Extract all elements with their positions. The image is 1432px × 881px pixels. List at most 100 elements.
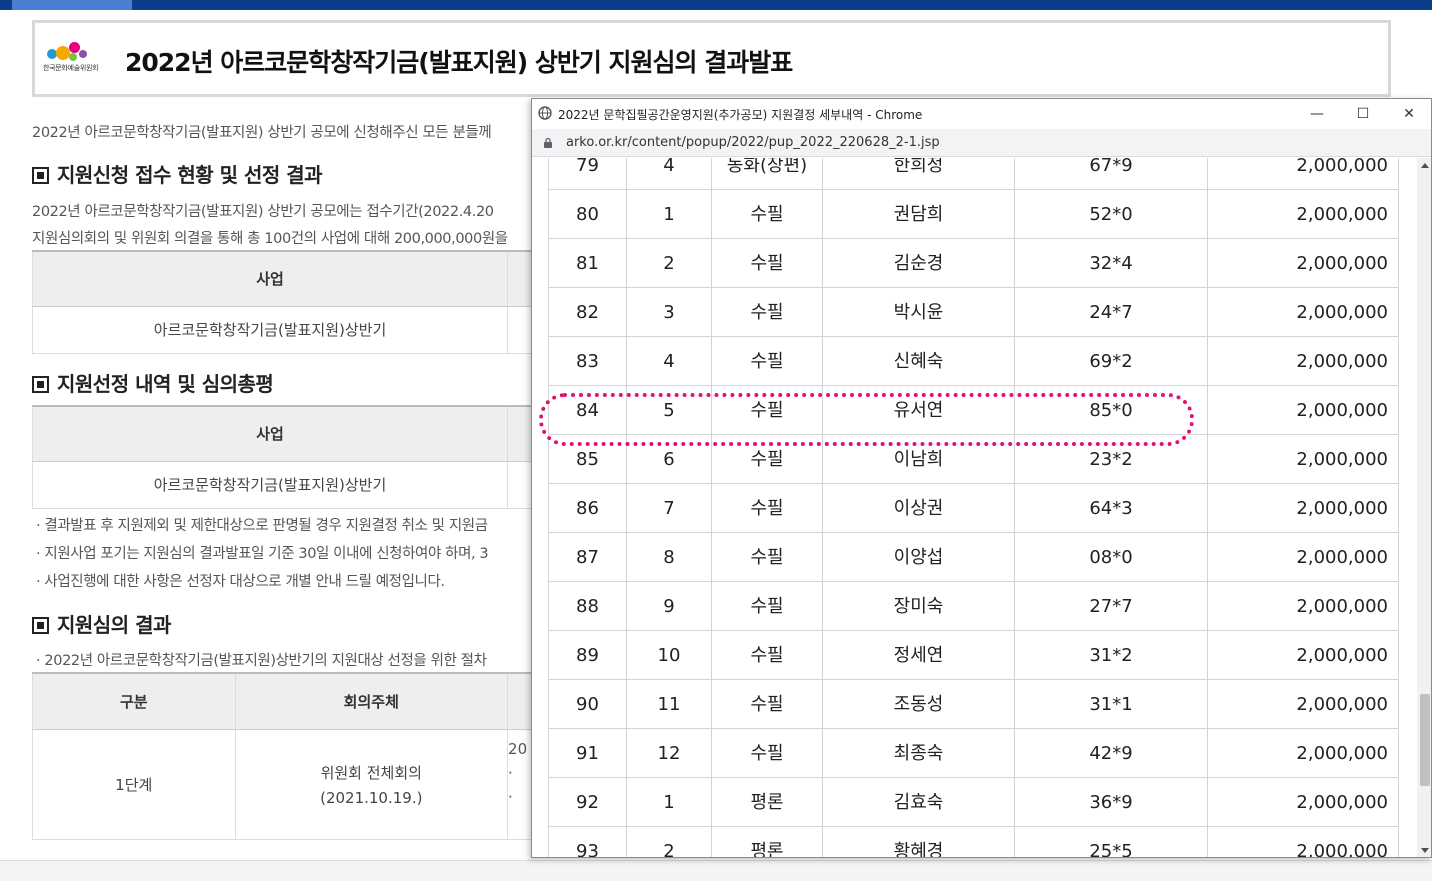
cell-number: 92 (548, 778, 626, 827)
page-bottom-strip (0, 860, 1432, 881)
intro-text: 2022년 아르코문학창작기금(발표지원) 상반기 공모에 신청해주신 모든 분… (32, 125, 492, 141)
header-tab-highlight (12, 0, 132, 10)
cell-birth-id: 85*0 (1014, 386, 1207, 435)
cell-birth-id: 27*7 (1014, 582, 1207, 631)
vertical-scrollbar[interactable] (1417, 158, 1431, 857)
url-text[interactable]: arko.or.kr/content/popup/2022/pup_2022_2… (566, 135, 940, 150)
cell-birth-id: 67*9 (1014, 158, 1207, 190)
cell-genre: 수필 (711, 484, 822, 533)
cell-sub-number: 2 (626, 827, 711, 857)
lock-icon (544, 137, 552, 148)
cell-sub-number: 8 (626, 533, 711, 582)
table-row: 88 9 수필 장미숙 27*7 2,000,000 (548, 582, 1399, 631)
square-bullet-icon (32, 376, 49, 393)
cell-genre: 수필 (711, 680, 822, 729)
table-row: 85 6 수필 이남희 23*2 2,000,000 (548, 435, 1399, 484)
cell-name: 이양섭 (822, 533, 1014, 582)
square-bullet-icon (32, 167, 49, 184)
table-cell-business-link[interactable]: 아르코문학창작기금(발표지원)상반기 (31, 461, 508, 509)
table-row: 82 3 수필 박시윤 24*7 2,000,000 (548, 288, 1399, 337)
application-status-table: 사업 아르코문학창작기금(발표지원)상반기 (31, 250, 552, 354)
page-title: 2022년 아르코문학창작기금(발표지원) 상반기 지원심의 결과발표 (125, 48, 793, 77)
cell-number: 93 (548, 827, 626, 857)
notice-bullet-3: · 사업진행에 대한 사항은 선정자 대상으로 개별 안내 드릴 예정입니다. (36, 574, 445, 590)
cell-number: 86 (548, 484, 626, 533)
cell-number: 80 (548, 190, 626, 239)
cell-number: 90 (548, 680, 626, 729)
cell-birth-id: 69*2 (1014, 337, 1207, 386)
cell-sub-number: 6 (626, 435, 711, 484)
scroll-up-arrow-icon[interactable] (1421, 163, 1429, 168)
cell-number: 85 (548, 435, 626, 484)
scroll-down-arrow-icon[interactable] (1421, 848, 1429, 853)
cell-birth-id: 31*1 (1014, 680, 1207, 729)
cell-birth-id: 23*2 (1014, 435, 1207, 484)
scrollbar-thumb[interactable] (1420, 694, 1430, 786)
section-heading-review-result: 지원심의 결과 (32, 609, 171, 638)
table-cell-committee: 위원회 전체회의 (2021.10.19.) (234, 729, 508, 840)
cell-birth-id: 36*9 (1014, 778, 1207, 827)
table-header-committee: 회의주체 (234, 672, 509, 730)
arko-logo: 한국문화예술위원회 (43, 41, 109, 81)
cell-number: 82 (548, 288, 626, 337)
address-bar[interactable]: arko.or.kr/content/popup/2022/pup_2022_2… (532, 129, 1431, 157)
section1-text-2: 지원심의회의 및 위원회 의결을 통해 총 100건의 사업에 대해 200,0… (32, 231, 508, 247)
site-header-bar (0, 0, 1432, 10)
cell-name: 조동성 (822, 680, 1014, 729)
review-result-table: 구분 회의주체 1단계 위원회 전체회의 (2021.10.19.) 20 · · (32, 672, 552, 840)
cell-amount: 2,000,000 (1207, 190, 1399, 239)
section-heading-selection-details: 지원선정 내역 및 심의총평 (32, 368, 274, 397)
cell-name: 한희정 (822, 158, 1014, 190)
cell-name: 이상권 (822, 484, 1014, 533)
cell-genre: 수필 (711, 386, 822, 435)
cell-sub-number: 11 (626, 680, 711, 729)
cell-genre: 수필 (711, 239, 822, 288)
logo-dots-icon (43, 41, 109, 63)
cell-genre: 수필 (711, 288, 822, 337)
cell-birth-id: 31*2 (1014, 631, 1207, 680)
table-row: 79 4 동화(장편) 한희정 67*9 2,000,000 (548, 158, 1399, 190)
cell-name: 권담희 (822, 190, 1014, 239)
cell-genre: 수필 (711, 337, 822, 386)
table-row: 92 1 평론 김효숙 36*9 2,000,000 (548, 778, 1399, 827)
table-header-business: 사업 (31, 250, 509, 307)
table-row: 89 10 수필 정세연 31*2 2,000,000 (548, 631, 1399, 680)
selection-details-table: 사업 아르코문학창작기금(발표지원)상반기 (31, 405, 552, 509)
cell-sub-number: 1 (626, 778, 711, 827)
table-header-category: 구분 (32, 672, 236, 730)
cell-number: 89 (548, 631, 626, 680)
cell-birth-id: 52*0 (1014, 190, 1207, 239)
popup-titlebar[interactable]: 2022년 문학집필공간운영지원(추가공모) 지원결정 세부내역 - Chrom… (532, 99, 1431, 129)
cell-genre: 동화(장편) (711, 158, 822, 190)
cell-birth-id: 32*4 (1014, 239, 1207, 288)
maximize-button[interactable]: ☐ (1340, 99, 1386, 129)
close-button[interactable]: ✕ (1386, 99, 1431, 129)
notice-bullet-1: · 결과발표 후 지원제외 및 제한대상으로 판명될 경우 지원결정 취소 및 … (36, 518, 488, 534)
cell-sub-number: 3 (626, 288, 711, 337)
cell-birth-id: 08*0 (1014, 533, 1207, 582)
minimize-button[interactable]: — (1294, 99, 1340, 129)
section-heading-application-status: 지원신청 접수 현황 및 선정 결과 (32, 159, 323, 188)
review-procedure-bullet: · 2022년 아르코문학창작기금(발표지원)상반기의 지원대상 선정을 위한 … (36, 653, 487, 669)
cell-birth-id: 25*5 (1014, 827, 1207, 857)
table-row: 84 5 수필 유서연 85*0 2,000,000 (548, 386, 1399, 435)
cell-name: 이남희 (822, 435, 1014, 484)
cell-number: 84 (548, 386, 626, 435)
cell-birth-id: 42*9 (1014, 729, 1207, 778)
table-row: 87 8 수필 이양섭 08*0 2,000,000 (548, 533, 1399, 582)
section1-text-1: 2022년 아르코문학창작기금(발표지원) 상반기 공모에는 접수기간(2022… (32, 204, 494, 220)
cell-name: 최종숙 (822, 729, 1014, 778)
cell-name: 김효숙 (822, 778, 1014, 827)
cell-amount: 2,000,000 (1207, 778, 1399, 827)
cell-sub-number: 7 (626, 484, 711, 533)
chrome-popup-window[interactable]: 2022년 문학집필공간운영지원(추가공모) 지원결정 세부내역 - Chrom… (531, 98, 1432, 858)
cell-sub-number: 12 (626, 729, 711, 778)
popup-content-viewport[interactable]: 79 4 동화(장편) 한희정 67*9 2,000,000 80 1 수필 권담희 52*0 2,0… (532, 158, 1417, 857)
table-cell-stage: 1단계 (32, 729, 235, 840)
cell-number: 88 (548, 582, 626, 631)
popup-window-title: 2022년 문학집필공간운영지원(추가공모) 지원결정 세부내역 - Chrom… (558, 108, 923, 122)
page-title-box: 한국문화예술위원회 2022년 아르코문학창작기금(발표지원) 상반기 지원심의… (32, 20, 1391, 97)
table-row: 90 11 수필 조동성 31*1 2,000,000 (548, 680, 1399, 729)
cell-amount: 2,000,000 (1207, 288, 1399, 337)
cell-amount: 2,000,000 (1207, 337, 1399, 386)
